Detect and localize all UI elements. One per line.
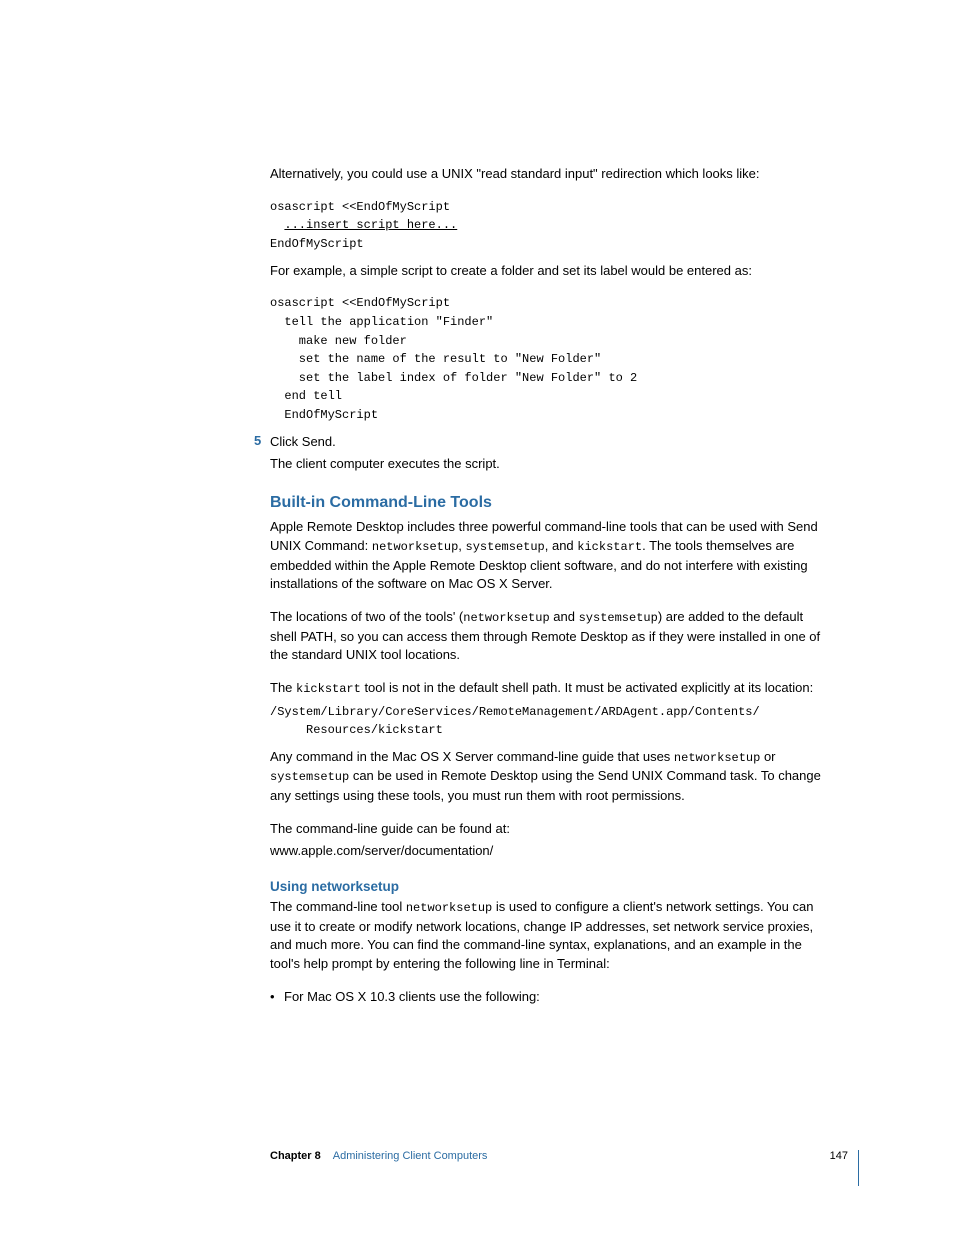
section-heading: Built-in Command-Line Tools	[270, 494, 829, 512]
bullet-item: For Mac OS X 10.3 clients use the follow…	[284, 988, 829, 1007]
bullet-list: For Mac OS X 10.3 clients use the follow…	[270, 988, 829, 1007]
section-p2: The locations of two of the tools' (netw…	[270, 608, 829, 665]
section-p5-url: www.apple.com/server/documentation/	[270, 842, 829, 861]
inline-code: systemsetup	[579, 611, 658, 625]
example-para: For example, a simple script to create a…	[270, 262, 829, 281]
section-p3: The kickstart tool is not in the default…	[270, 679, 829, 698]
inline-code: kickstart	[296, 682, 361, 696]
inline-code: networksetup	[674, 751, 760, 765]
section-p1: Apple Remote Desktop includes three powe…	[270, 518, 829, 594]
code-line: EndOfMyScript	[270, 237, 364, 251]
code-line: osascript <<EndOfMyScript	[270, 296, 450, 310]
intro-para: Alternatively, you could use a UNIX "rea…	[270, 165, 829, 184]
step-number: 5	[254, 433, 261, 448]
code-block-1: osascript <<EndOfMyScript ...insert scri…	[270, 198, 829, 254]
inline-code: networksetup	[372, 540, 458, 554]
code-line: set the name of the result to "New Folde…	[270, 352, 601, 366]
code-line: EndOfMyScript	[270, 408, 378, 422]
footer-inner: Chapter 8 Administering Client Computers…	[270, 1150, 859, 1186]
page-footer: Chapter 8 Administering Client Computers…	[0, 1150, 954, 1186]
page-content: Alternatively, you could use a UNIX "rea…	[0, 0, 954, 1150]
inline-code: networksetup	[463, 611, 549, 625]
code-line: make new folder	[270, 334, 407, 348]
code-line: tell the application "Finder"	[270, 315, 493, 329]
inline-code: systemsetup	[270, 770, 349, 784]
inline-code: networksetup	[406, 901, 492, 915]
code-block-2: osascript <<EndOfMyScript tell the appli…	[270, 294, 829, 424]
footer-page-number: 147	[830, 1150, 848, 1162]
section-p4: Any command in the Mac OS X Server comma…	[270, 748, 829, 806]
code-line-underlined: ...insert script here...	[284, 218, 457, 232]
footer-title: Administering Client Computers	[333, 1150, 488, 1162]
step-5: 5 Click Send. The client computer execut…	[270, 433, 829, 475]
step-text: Click Send.	[270, 433, 829, 452]
inline-code: kickstart	[577, 540, 642, 554]
code-line: osascript <<EndOfMyScript	[270, 200, 450, 214]
inline-code: systemsetup	[466, 540, 545, 554]
subsection-heading: Using networksetup	[270, 879, 829, 894]
code-block-3: /System/Library/CoreServices/RemoteManag…	[270, 703, 829, 740]
code-line: set the label index of folder "New Folde…	[270, 371, 637, 385]
sub-p1: The command-line tool networksetup is us…	[270, 898, 829, 974]
footer-chapter: Chapter 8	[270, 1150, 321, 1162]
section-p5: The command-line guide can be found at:	[270, 820, 829, 839]
step-result: The client computer executes the script.	[270, 455, 829, 474]
code-line: end tell	[270, 389, 342, 403]
